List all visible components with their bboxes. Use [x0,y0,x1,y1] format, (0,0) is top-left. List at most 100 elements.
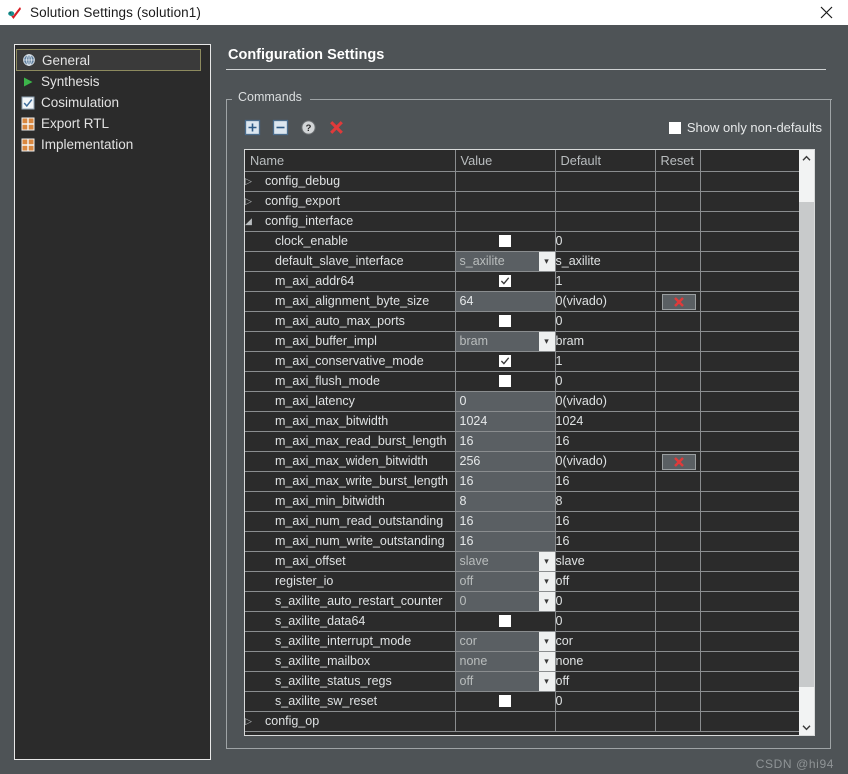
cell-reset[interactable] [655,451,701,472]
chevron-down-icon[interactable]: ▾ [538,591,554,610]
table-row[interactable]: m_axi_num_read_outstanding 16 16 [245,511,801,532]
table-row[interactable]: m_axi_offset slave ▾ slave [245,551,801,572]
cell-name[interactable]: s_axilite_sw_reset [245,691,456,712]
cell-value[interactable]: 0 [455,391,556,412]
cell-name[interactable]: s_axilite_auto_restart_counter [245,591,456,612]
value-text-input[interactable]: 8 [455,491,554,510]
sidebar-item-cosimulation[interactable]: Cosimulation [15,92,210,113]
table-row[interactable]: m_axi_auto_max_ports 0 [245,311,801,332]
cell-value[interactable] [455,611,556,632]
cell-name[interactable]: m_axi_conservative_mode [245,351,456,372]
table-row[interactable]: ▷ config_export [245,191,801,212]
cell-value[interactable]: cor ▾ [455,631,556,652]
table-row[interactable]: ◢ config_interface [245,211,801,232]
column-header-value[interactable]: Value [455,150,556,172]
table-row[interactable]: m_axi_addr64 1 [245,271,801,292]
value-checkbox[interactable] [456,312,555,331]
table-row[interactable]: m_axi_latency 0 0(vivado) [245,391,801,412]
table-row[interactable]: ▷ config_debug [245,171,801,192]
column-header-reset[interactable]: Reset [655,150,701,172]
cell-name[interactable]: m_axi_flush_mode [245,371,456,392]
cell-name[interactable]: m_axi_max_bitwidth [245,411,456,432]
table-row[interactable]: s_axilite_sw_reset 0 [245,691,801,712]
column-header-name[interactable]: Name [245,150,456,172]
cell-name[interactable]: m_axi_offset [245,551,456,572]
cell-name[interactable]: register_io [245,571,456,592]
tree-expanded-icon[interactable]: ◢ [245,216,259,226]
value-checkbox[interactable] [456,272,555,291]
sidebar-item-general[interactable]: General [16,49,201,71]
cell-value[interactable]: s_axilite ▾ [455,251,556,272]
tree-collapsed-icon[interactable]: ▷ [245,176,259,186]
tree-collapsed-icon[interactable]: ▷ [245,716,259,726]
column-header-blank[interactable] [700,150,801,172]
cell-name[interactable]: s_axilite_data64 [245,611,456,632]
cell-value[interactable]: 16 [455,471,556,492]
cell-value[interactable]: 256 [455,451,556,472]
cell-value[interactable]: 8 [455,491,556,512]
table-row[interactable]: m_axi_flush_mode 0 [245,371,801,392]
cell-value[interactable] [455,351,556,372]
table-row[interactable]: m_axi_max_read_burst_length 16 16 [245,431,801,452]
value-text-input[interactable]: 1024 [455,411,554,430]
table-vertical-scrollbar[interactable] [799,150,814,735]
value-text-input[interactable]: 256 [455,451,554,470]
value-checkbox[interactable] [456,352,555,371]
reset-button[interactable] [661,294,696,310]
cell-name[interactable]: s_axilite_status_regs [245,671,456,692]
cell-name[interactable]: m_axi_addr64 [245,271,456,292]
column-header-default[interactable]: Default [555,150,656,172]
delete-icon[interactable] [328,119,345,136]
collapse-all-icon[interactable] [272,119,289,136]
cell-name[interactable]: m_axi_max_write_burst_length [245,471,456,492]
table-row[interactable]: m_axi_max_bitwidth 1024 1024 [245,411,801,432]
cell-value[interactable]: 1024 [455,411,556,432]
cell-value[interactable] [455,691,556,712]
value-checkbox[interactable] [456,372,555,391]
sidebar-item-export-rtl[interactable]: Export RTL [15,113,210,134]
value-text-input[interactable]: 16 [455,431,554,450]
cell-reset[interactable] [655,291,701,312]
cell-name[interactable]: ▷ config_op [245,711,456,732]
cell-name[interactable]: ▷ config_export [245,191,456,212]
cell-name[interactable]: m_axi_min_bitwidth [245,491,456,512]
expand-all-icon[interactable] [244,119,261,136]
show-only-non-defaults-checkbox[interactable]: Show only non-defaults [668,120,822,135]
chevron-down-icon[interactable]: ▾ [538,551,554,570]
cell-value[interactable]: 16 [455,531,556,552]
chevron-down-icon[interactable]: ▾ [538,631,554,650]
table-row[interactable]: clock_enable 0 [245,231,801,252]
cell-value[interactable]: off ▾ [455,671,556,692]
sidebar-item-synthesis[interactable]: Synthesis [15,71,210,92]
cell-value[interactable]: bram ▾ [455,331,556,352]
cell-name[interactable]: default_slave_interface [245,251,456,272]
cell-value[interactable] [455,311,556,332]
table-row[interactable]: m_axi_max_write_burst_length 16 16 [245,471,801,492]
table-row[interactable]: s_axilite_auto_restart_counter 0 ▾ 0 [245,591,801,612]
cell-value[interactable]: off ▾ [455,571,556,592]
value-dropdown[interactable]: off ▾ [455,571,554,590]
cell-value[interactable] [455,371,556,392]
cell-name[interactable]: m_axi_max_read_burst_length [245,431,456,452]
value-text-input[interactable]: 16 [455,511,554,530]
cell-name[interactable]: m_axi_auto_max_ports [245,311,456,332]
table-row[interactable]: s_axilite_mailbox none ▾ none [245,651,801,672]
chevron-down-icon[interactable]: ▾ [538,671,554,690]
scrollbar-thumb[interactable] [799,202,814,687]
cell-name[interactable]: ◢ config_interface [245,211,456,232]
tree-collapsed-icon[interactable]: ▷ [245,196,259,206]
value-dropdown[interactable]: 0 ▾ [455,591,554,610]
table-row[interactable]: s_axilite_data64 0 [245,611,801,632]
value-dropdown[interactable]: none ▾ [455,651,554,670]
close-button[interactable] [804,0,848,25]
chevron-down-icon[interactable]: ▾ [538,651,554,670]
cell-name[interactable]: m_axi_alignment_byte_size [245,291,456,312]
table-row[interactable]: s_axilite_status_regs off ▾ off [245,671,801,692]
table-row[interactable]: m_axi_alignment_byte_size 64 0(vivado) [245,291,801,312]
cell-value[interactable] [455,271,556,292]
value-checkbox[interactable] [456,692,555,711]
value-dropdown[interactable]: bram ▾ [455,331,554,350]
cell-value[interactable]: slave ▾ [455,551,556,572]
value-text-input[interactable]: 16 [455,471,554,490]
value-dropdown[interactable]: slave ▾ [455,551,554,570]
